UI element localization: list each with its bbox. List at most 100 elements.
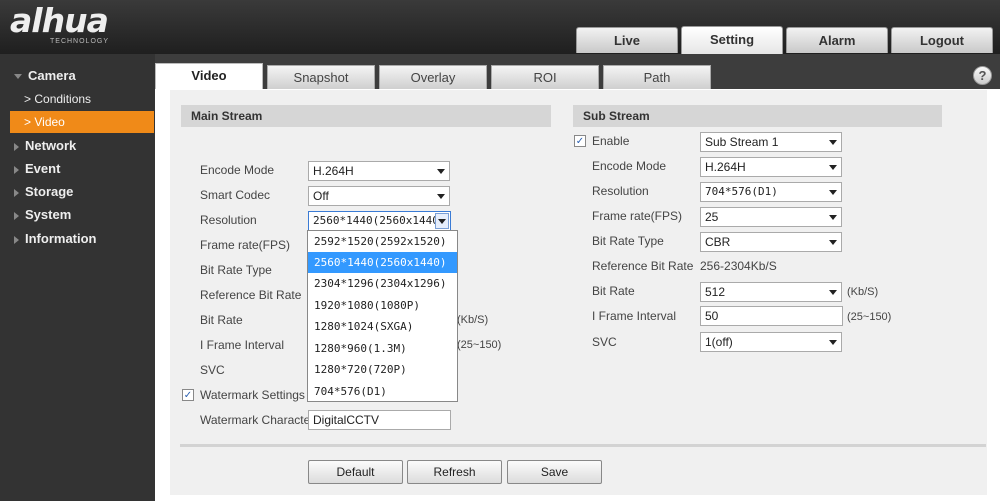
default-button[interactable]: Default bbox=[308, 460, 403, 484]
dropdown-button[interactable] bbox=[435, 213, 449, 229]
resolution-option[interactable]: 1280*960(1.3M) bbox=[308, 338, 457, 359]
resolution-option[interactable]: 704*576(D1) bbox=[308, 381, 457, 402]
main-encode-mode-select[interactable]: H.264H bbox=[308, 161, 450, 181]
sidebar-item-label: Information bbox=[25, 231, 97, 246]
divider bbox=[180, 444, 986, 447]
smart-codec-label: Smart Codec bbox=[200, 188, 271, 202]
tab-roi[interactable]: ROI bbox=[491, 65, 599, 89]
tab-path[interactable]: Path bbox=[603, 65, 711, 89]
watermark-character-input[interactable]: DigitalCCTV bbox=[308, 410, 451, 430]
top-tab-logout[interactable]: Logout bbox=[891, 27, 993, 53]
i-frame-interval-label: I Frame Interval bbox=[200, 338, 285, 352]
resolution-dropdown-list: 2592*1520(2592x1520) 2560*1440(2560x1440… bbox=[307, 230, 458, 402]
resolution-option[interactable]: 2592*1520(2592x1520) bbox=[308, 231, 457, 252]
resolution-option[interactable]: 2560*1440(2560x1440) bbox=[308, 252, 457, 273]
collapse-arrow-icon bbox=[14, 165, 19, 174]
sub-frame-rate-label: Frame rate(FPS) bbox=[592, 209, 683, 223]
sidebar-item-conditions[interactable]: > Conditions bbox=[0, 88, 155, 110]
sidebar-item-storage[interactable]: Storage bbox=[0, 181, 155, 203]
sidebar-item-label: System bbox=[25, 207, 72, 222]
bit-rate-label: Bit Rate bbox=[200, 313, 243, 327]
collapse-arrow-icon bbox=[14, 188, 19, 197]
refresh-button[interactable]: Refresh bbox=[407, 460, 502, 484]
bit-rate-type-label: Bit Rate Type bbox=[200, 263, 272, 277]
bit-rate-unit: (Kb/S) bbox=[457, 314, 489, 326]
frame-rate-label: Frame rate(FPS) bbox=[200, 238, 291, 252]
sidebar-item-camera[interactable]: Camera bbox=[0, 65, 155, 87]
help-icon[interactable]: ? bbox=[973, 66, 992, 85]
sidebar-item-label: Camera bbox=[28, 68, 76, 83]
watermark-settings-label: Watermark Settings bbox=[200, 388, 305, 402]
tab-video[interactable]: Video bbox=[155, 63, 263, 89]
select-value: 25 bbox=[705, 210, 719, 224]
sub-stream-header: Sub Stream bbox=[573, 105, 942, 127]
watermark-checkbox[interactable]: ✓ bbox=[182, 389, 194, 401]
sidebar-item-label: Network bbox=[25, 138, 77, 153]
main-stream-header: Main Stream bbox=[181, 105, 551, 127]
save-button[interactable]: Save bbox=[507, 460, 602, 484]
enable-checkbox[interactable]: ✓ bbox=[574, 135, 586, 147]
sub-svc-select[interactable]: 1(off) bbox=[700, 332, 842, 352]
dropdown-arrow-icon bbox=[829, 240, 837, 245]
brand-logo-subtitle: TECHNOLOGY bbox=[50, 38, 110, 45]
sub-resolution-select[interactable]: 704*576(D1) bbox=[700, 182, 842, 202]
resolution-label: Resolution bbox=[200, 213, 257, 227]
encode-mode-label: Encode Mode bbox=[200, 163, 275, 177]
sub-bit-rate-label: Bit Rate bbox=[592, 284, 635, 298]
top-tab-live[interactable]: Live bbox=[576, 27, 678, 53]
sub-bit-rate-unit: (Kb/S) bbox=[847, 286, 879, 298]
top-tab-alarm[interactable]: Alarm bbox=[786, 27, 888, 53]
sub-svc-label: SVC bbox=[592, 335, 617, 349]
tab-snapshot[interactable]: Snapshot bbox=[267, 65, 375, 89]
sidebar-item-network[interactable]: Network bbox=[0, 135, 155, 157]
sidebar-item-information[interactable]: Information bbox=[0, 228, 155, 250]
dropdown-arrow-icon bbox=[829, 290, 837, 295]
sidebar-item-label: Video bbox=[34, 115, 65, 129]
select-value: 704*576(D1) bbox=[705, 185, 778, 198]
select-value: CBR bbox=[705, 235, 731, 249]
resolution-option[interactable]: 1280*720(720P) bbox=[308, 359, 457, 380]
sub-bit-rate-type-select[interactable]: CBR bbox=[700, 232, 842, 252]
header-bar: alhua TECHNOLOGY Live Setting Alarm Logo… bbox=[0, 0, 1000, 54]
expand-arrow-icon bbox=[14, 74, 22, 80]
sidebar-item-video[interactable]: > Video bbox=[10, 111, 154, 133]
collapse-arrow-icon bbox=[14, 235, 19, 244]
dropdown-arrow-icon bbox=[829, 215, 837, 220]
watermark-character-label: Watermark Character bbox=[200, 413, 315, 427]
select-value: 512 bbox=[705, 285, 726, 299]
sub-reference-bit-rate-value: 256-2304Kb/S bbox=[700, 259, 777, 273]
resolution-option[interactable]: 2304*1296(2304x1296) bbox=[308, 273, 457, 294]
chevron-right-icon: > bbox=[24, 92, 32, 106]
resolution-option[interactable]: 1280*1024(SXGA) bbox=[308, 316, 457, 337]
sidebar-item-system[interactable]: System bbox=[0, 204, 155, 226]
sub-encode-mode-label: Encode Mode bbox=[592, 159, 667, 173]
dropdown-arrow-icon bbox=[438, 219, 446, 224]
main-resolution-select[interactable]: 2560*1440(2560x1440) bbox=[308, 211, 451, 231]
select-value: 2560*1440(2560x1440) bbox=[313, 214, 446, 227]
reference-bit-rate-label: Reference Bit Rate bbox=[200, 288, 302, 302]
tab-overlay[interactable]: Overlay bbox=[379, 65, 487, 89]
brand-logo: alhua bbox=[10, 1, 109, 40]
collapse-arrow-icon bbox=[14, 142, 19, 151]
select-value: 1(off) bbox=[705, 335, 733, 349]
dropdown-arrow-icon bbox=[829, 190, 837, 195]
top-tab-setting[interactable]: Setting bbox=[681, 26, 783, 54]
sub-encode-mode-select[interactable]: H.264H bbox=[700, 157, 842, 177]
svc-label: SVC bbox=[200, 363, 225, 377]
select-value: H.264H bbox=[705, 160, 746, 174]
sub-reference-bit-rate-label: Reference Bit Rate bbox=[592, 259, 694, 273]
sub-stream-select[interactable]: Sub Stream 1 bbox=[700, 132, 842, 152]
sidebar-item-event[interactable]: Event bbox=[0, 158, 155, 180]
chevron-right-icon: > bbox=[24, 115, 32, 129]
sidebar-item-label: Conditions bbox=[34, 92, 92, 106]
sub-frame-rate-select[interactable]: 25 bbox=[700, 207, 842, 227]
sidebar-item-label: Event bbox=[25, 161, 61, 176]
select-value: Sub Stream 1 bbox=[705, 135, 779, 149]
sidebar-item-label: Storage bbox=[25, 184, 74, 199]
sub-i-frame-interval-input[interactable]: 50 bbox=[700, 306, 843, 326]
main-smart-codec-select[interactable]: Off bbox=[308, 186, 450, 206]
dropdown-arrow-icon bbox=[437, 194, 445, 199]
resolution-option[interactable]: 1920*1080(1080P) bbox=[308, 295, 457, 316]
dropdown-arrow-icon bbox=[829, 140, 837, 145]
sub-bit-rate-select[interactable]: 512 bbox=[700, 282, 842, 302]
